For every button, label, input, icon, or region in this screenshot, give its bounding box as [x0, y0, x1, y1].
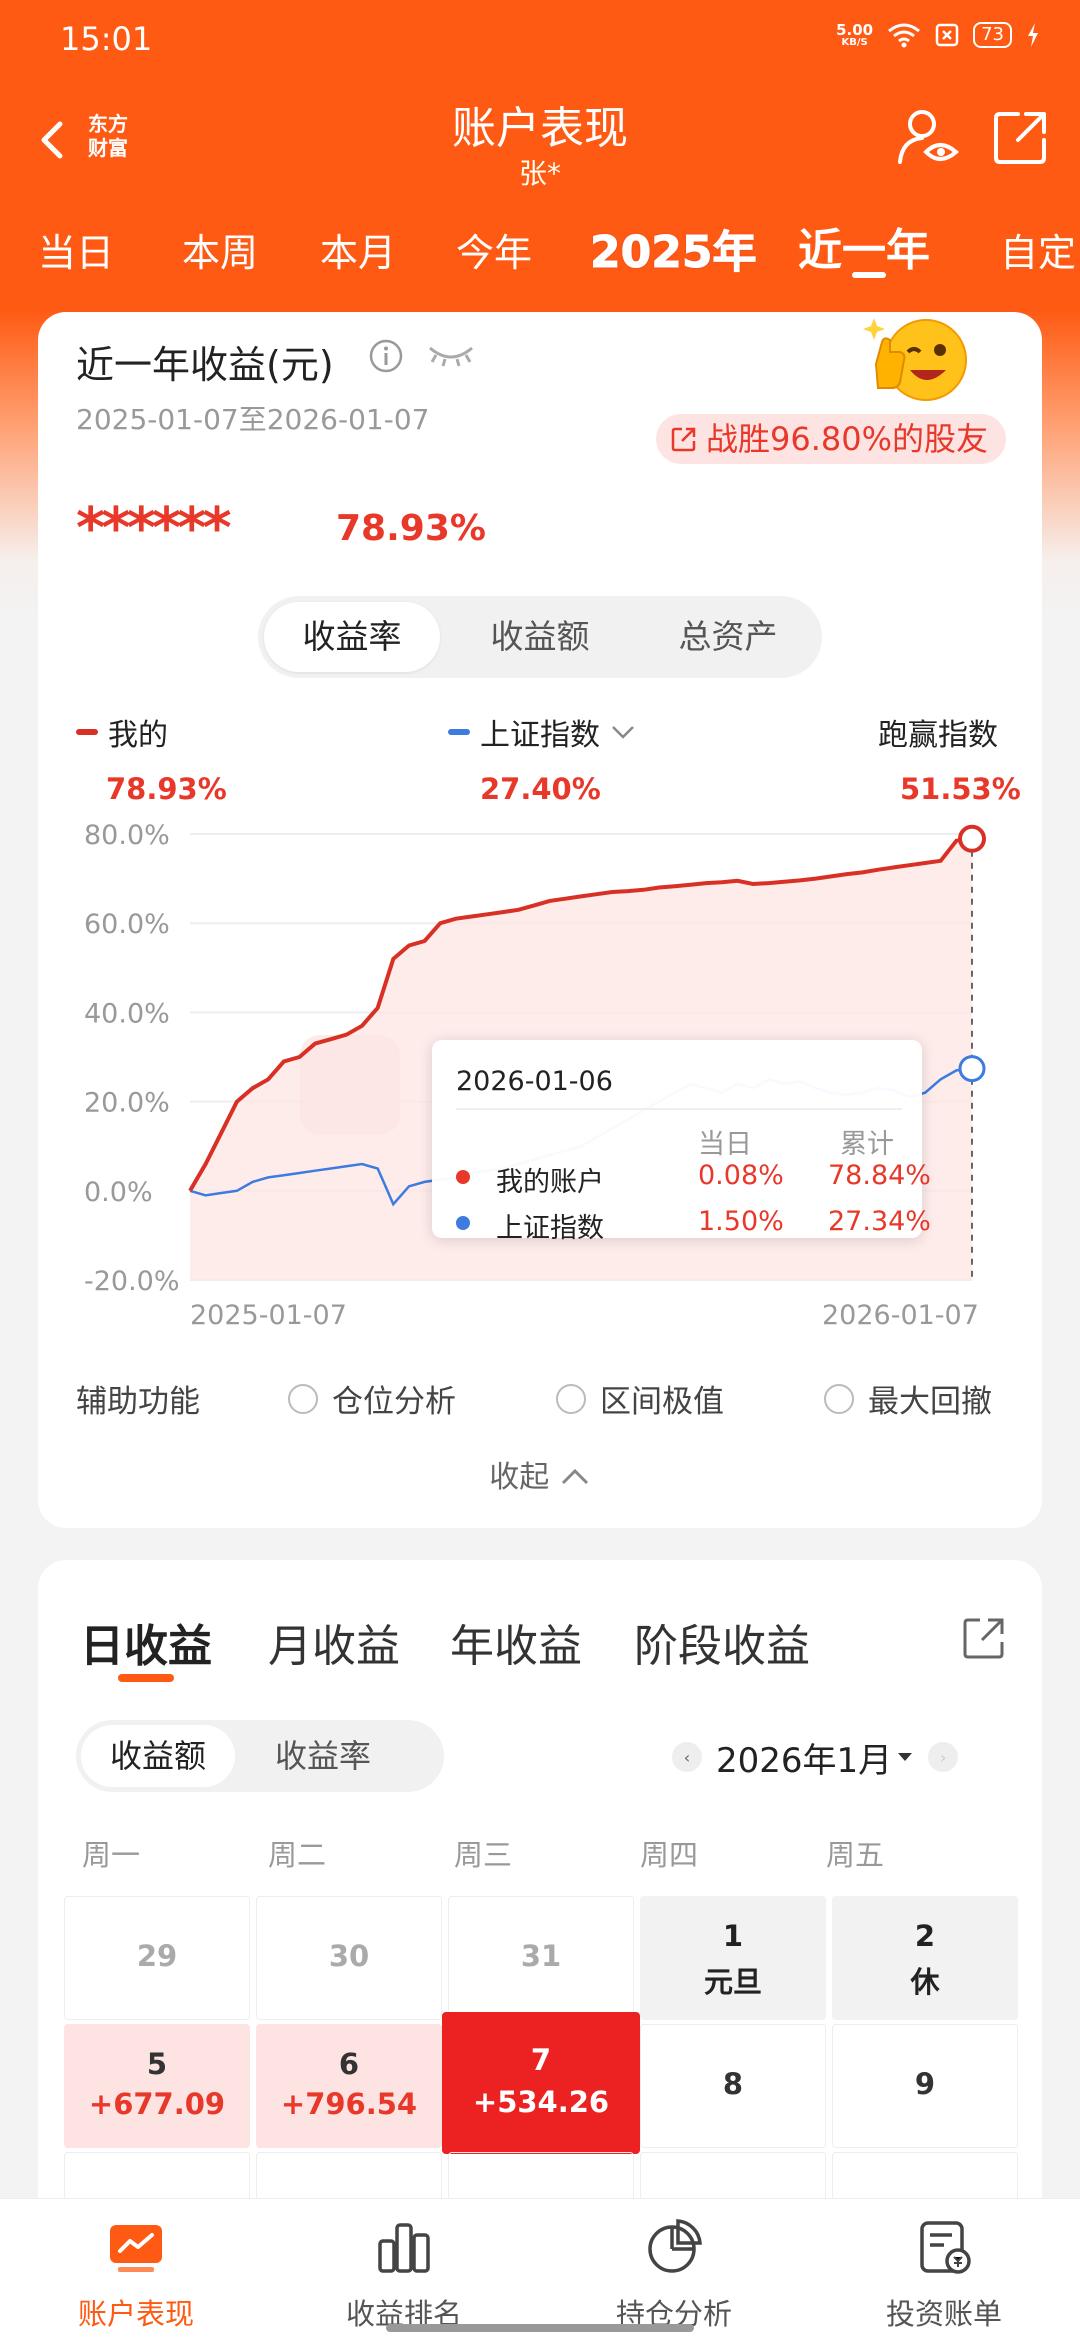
x-tick-label: 2025-01-07: [190, 1300, 347, 1331]
metric-rate-tab[interactable]: 收益率: [264, 602, 440, 672]
calendar-day[interactable]: 1 元旦: [640, 1896, 826, 2020]
x-tick-label: 2026-01-07: [822, 1300, 979, 1331]
metric-amount-tab[interactable]: 收益额: [452, 602, 628, 672]
charging-icon: [1028, 23, 1038, 47]
y-tick-label: 60.0%: [84, 909, 170, 940]
calendar-day[interactable]: 9: [832, 2024, 1018, 2148]
share-icon[interactable]: [992, 108, 1050, 166]
status-time: 15:01: [60, 20, 153, 58]
performance-chart-icon: [110, 2225, 162, 2272]
hide-amount-icon[interactable]: [426, 342, 476, 368]
mine-swatch: [76, 729, 98, 735]
calendar-day-today[interactable]: 7 +534.26: [442, 2012, 640, 2154]
calendar-day[interactable]: 30: [256, 1896, 442, 2020]
next-month-icon[interactable]: ›: [928, 1742, 959, 1772]
tab-monthly-profit[interactable]: 月收益: [268, 1610, 400, 1674]
prev-month-icon[interactable]: ‹: [672, 1742, 702, 1772]
return-rate: 78.93%: [336, 508, 486, 549]
calendar-day[interactable]: 31: [448, 1896, 634, 2020]
summary-title: 近一年收益(元): [76, 343, 334, 387]
nav-holding-analysis[interactable]: 持仓分析: [574, 2217, 774, 2333]
tab-daily-profit[interactable]: 日收益: [80, 1610, 212, 1674]
mine-dot: [456, 1170, 470, 1184]
date-range: 2025-01-07至2026-01-07: [76, 403, 430, 436]
calendar-day[interactable]: 5 +677.09: [64, 2024, 250, 2148]
tab-month[interactable]: 本月: [320, 222, 396, 277]
calendar-day[interactable]: 2休: [832, 1896, 1018, 2020]
pie-chart-icon: [648, 2219, 702, 2273]
chevron-down-icon: [612, 726, 634, 739]
beat-peers-badge[interactable]: 战胜96.80%的股友: [656, 414, 1007, 464]
tooltip-date: 2026-01-06: [456, 1066, 613, 1097]
tab-yearly-profit[interactable]: 年收益: [450, 1610, 582, 1674]
metric-segmented-control: 收益率 收益额 总资产: [258, 596, 822, 678]
wifi-icon: [888, 23, 921, 48]
tab-today[interactable]: 当日: [38, 222, 114, 277]
y-tick-label: 80.0%: [84, 820, 170, 851]
bar-chart-icon: [378, 2223, 430, 2273]
thumbs-up-emoji-icon: [863, 318, 967, 401]
legend-beat-index: 跑赢指数 51.53%: [878, 718, 1021, 806]
metric-assets-tab[interactable]: 总资产: [640, 602, 816, 672]
index-dot: [456, 1216, 470, 1230]
info-icon[interactable]: [368, 338, 404, 374]
month-selector[interactable]: 2026年1月: [716, 1733, 892, 1782]
calendar-day[interactable]: 8: [640, 2024, 826, 2148]
legend-index[interactable]: 上证指数 27.40%: [448, 710, 636, 806]
bottom-nav: 账户表现 收益排名 持仓分析 投资账单: [0, 2198, 1080, 2340]
mode-amount[interactable]: 收益额: [81, 1725, 235, 1787]
tooltip-divider: [456, 1108, 902, 1110]
tooltip-col-total: 累计: [840, 1129, 894, 1160]
tooltip-col-day: 当日: [698, 1129, 752, 1160]
tab-week[interactable]: 本周: [182, 222, 258, 277]
weekday-thu: 周四: [639, 1838, 698, 1872]
mode-rate[interactable]: 收益率: [246, 1725, 400, 1787]
active-tab-indicator: [852, 272, 886, 278]
y-tick-label: 20.0%: [84, 1088, 170, 1119]
tab-stage-profit[interactable]: 阶段收益: [634, 1610, 810, 1674]
calendar-day[interactable]: 29: [64, 1896, 250, 2020]
nav-profit-ranking[interactable]: 收益排名: [304, 2217, 504, 2333]
weekday-tue: 周二: [267, 1838, 326, 1872]
share-small-icon: [671, 427, 696, 452]
network-speed: 5.00 KB/S: [836, 21, 874, 48]
sim-off-icon: [935, 23, 959, 47]
tab-2025[interactable]: 2025年: [589, 216, 756, 280]
masked-amount: ******: [76, 496, 232, 561]
calendar-mode-control: 收益额 收益率: [76, 1720, 444, 1792]
tab-ytd[interactable]: 今年: [456, 222, 532, 277]
status-icons: 5.00 KB/S 73: [836, 22, 1040, 48]
tab-custom[interactable]: 自定: [1000, 222, 1076, 277]
bill-icon: [920, 2221, 971, 2274]
period-tabs: 当日 本周 本月 今年 2025年 近一年 自定: [0, 210, 1080, 290]
nav-investment-statement[interactable]: 投资账单: [844, 2217, 1044, 2333]
chart-tooltip: 2026-01-06 当日 累计 我的账户 0.08% 78.84% 上证指数 …: [432, 1040, 931, 1244]
y-tick-label: -20.0%: [84, 1266, 180, 1297]
nav-account-performance[interactable]: 账户表现: [36, 2217, 236, 2333]
index-end-marker: [958, 1055, 986, 1083]
profit-tab-indicator: [118, 1674, 174, 1682]
battery-indicator: 73: [973, 22, 1012, 48]
index-swatch: [448, 729, 470, 735]
weekday-mon: 周一: [81, 1838, 140, 1872]
calendar-day[interactable]: 6 +796.54: [256, 2024, 442, 2148]
weekday-fri: 周五: [825, 1838, 884, 1872]
top-nav: 东方 财富 账户表现 张*: [0, 80, 1080, 200]
y-tick-label: 40.0%: [84, 998, 170, 1029]
home-indicator: [386, 2324, 694, 2332]
month-navigator: ‹ 2026年1月 ›: [672, 1726, 959, 1788]
legend-mine: 我的 78.93%: [76, 710, 227, 806]
share-icon[interactable]: [960, 1614, 1008, 1662]
tab-past-year[interactable]: 近一年: [798, 214, 930, 278]
y-tick-label: 0.0%: [84, 1177, 153, 1208]
caret-down-icon[interactable]: [896, 1750, 914, 1764]
mine-end-marker: [958, 824, 986, 853]
user-privacy-icon[interactable]: [896, 106, 960, 170]
weekday-wed: 周三: [453, 1838, 512, 1872]
status-bar: 15:01 5.00 KB/S 73: [0, 0, 1080, 80]
